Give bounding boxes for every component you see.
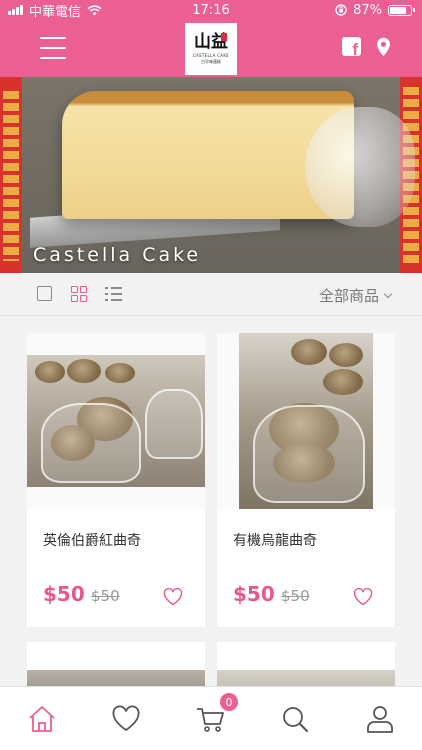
grid-view-icon[interactable] [71, 286, 87, 302]
facebook-icon[interactable]: f [342, 37, 361, 58]
wifi-icon [87, 4, 102, 15]
logo-seal [221, 33, 227, 41]
favorites-icon[interactable] [111, 704, 141, 734]
product-original-price: $50 [91, 587, 120, 605]
product-name[interactable]: 英倫伯爵紅曲奇 [43, 530, 141, 550]
list-view-icon[interactable] [105, 287, 122, 301]
chevron-down-icon [383, 289, 393, 298]
product-card[interactable]: 英倫伯爵紅曲奇 $50 $50 [27, 333, 205, 627]
brand-logo[interactable]: 山益 CASTELLA CAKE 古早味蛋糕 [185, 23, 237, 75]
account-icon[interactable] [365, 704, 395, 734]
product-price: $50 [43, 582, 85, 606]
banner-caption: Castella Cake [33, 244, 202, 266]
signal-icon [8, 5, 23, 15]
product-card[interactable] [27, 642, 205, 692]
status-bar: 中華電信 17:16 87% [0, 0, 422, 20]
logo-sub2-text: 古早味蛋糕 [201, 58, 221, 64]
carrier-label: 中華電信 [29, 4, 82, 20]
location-pin-icon[interactable] [376, 37, 391, 57]
view-toolbar: 全部商品 [0, 273, 422, 316]
banner-decor-left [0, 77, 22, 273]
status-right: 87% [335, 2, 415, 18]
battery-percent: 87% [353, 2, 382, 18]
product-image[interactable] [27, 333, 205, 509]
cart-count-badge: 0 [220, 693, 238, 711]
product-image[interactable] [217, 333, 395, 509]
product-card[interactable] [217, 642, 395, 692]
heart-icon[interactable] [163, 588, 183, 606]
bottom-navigation: 0 [0, 686, 422, 750]
product-price: $50 [233, 582, 275, 606]
hero-banner[interactable]: Castella Cake [0, 77, 422, 273]
product-original-price: $50 [281, 587, 310, 605]
battery-icon [388, 4, 415, 16]
product-card[interactable]: 有機烏龍曲奇 $50 $50 [217, 333, 395, 627]
filter-label: 全部商品 [318, 287, 379, 305]
search-icon[interactable] [280, 704, 310, 734]
orientation-lock-icon [335, 4, 347, 16]
status-left: 中華電信 [8, 1, 102, 20]
home-icon[interactable] [27, 704, 57, 734]
logo-sub-text: CASTELLA CAKE [192, 52, 230, 58]
cart-icon[interactable] [195, 704, 225, 734]
heart-icon[interactable] [353, 588, 373, 606]
product-name[interactable]: 有機烏龍曲奇 [233, 530, 317, 550]
app-header: 山益 CASTELLA CAKE 古早味蛋糕 f [0, 20, 422, 77]
single-view-icon[interactable] [37, 286, 52, 301]
category-filter-dropdown[interactable]: 全部商品 [318, 285, 393, 306]
menu-icon[interactable] [40, 37, 66, 59]
banner-glove [305, 107, 415, 227]
